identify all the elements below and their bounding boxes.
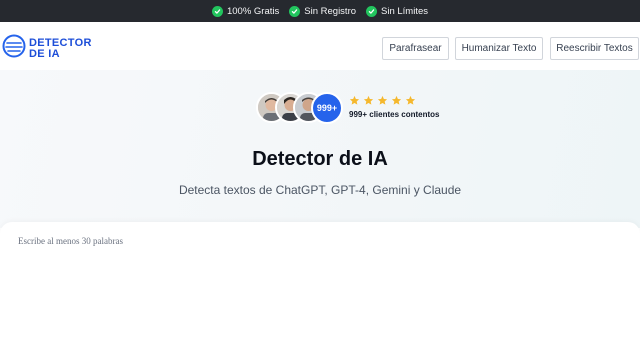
rating-caption: 999+ clientes contentos bbox=[349, 110, 440, 119]
page-title: Detector de IA bbox=[252, 148, 388, 170]
star-icon bbox=[363, 95, 374, 105]
logo-line-2: DE IA bbox=[29, 47, 60, 60]
star-icon bbox=[377, 95, 388, 105]
star-icon bbox=[349, 95, 360, 105]
rewrite-texts-button[interactable]: Reescribir Textos bbox=[550, 37, 639, 60]
logo-line-1: DETECTOR bbox=[29, 36, 92, 49]
site-logo[interactable]: DETECTOR DE IA bbox=[2, 34, 92, 63]
paraphrase-button[interactable]: Parafrasear bbox=[382, 37, 449, 60]
text-editor-panel bbox=[0, 222, 640, 360]
customer-count-badge: 999+ bbox=[311, 92, 343, 124]
check-circle-icon bbox=[366, 5, 378, 17]
rating-stars bbox=[349, 95, 416, 106]
feature-label: Sin Límites bbox=[381, 5, 429, 17]
navbar: DETECTOR DE IA Parafrasear Humanizar Tex… bbox=[0, 22, 640, 70]
feature-no-limits: Sin Límites bbox=[366, 5, 429, 17]
check-circle-icon bbox=[289, 5, 301, 17]
customer-avatars: 999+ bbox=[256, 92, 346, 124]
logo-circle-icon bbox=[2, 34, 26, 63]
check-circle-icon bbox=[211, 5, 223, 17]
page-subtitle: Detecta textos de ChatGPT, GPT-4, Gemini… bbox=[178, 183, 462, 197]
feature-label: 100% Gratis bbox=[226, 5, 280, 17]
feature-label: Sin Registro bbox=[304, 5, 357, 17]
feature-no-signup: Sin Registro bbox=[289, 5, 357, 17]
logo-text: DETECTOR DE IA bbox=[29, 36, 92, 60]
star-icon bbox=[391, 95, 402, 105]
feature-free: 100% Gratis bbox=[211, 5, 280, 17]
text-input[interactable] bbox=[18, 236, 622, 346]
announcement-bar: 100% Gratis Sin Registro Sin Límites bbox=[0, 0, 640, 22]
star-icon bbox=[405, 95, 416, 105]
humanize-text-button[interactable]: Humanizar Texto bbox=[455, 37, 543, 60]
